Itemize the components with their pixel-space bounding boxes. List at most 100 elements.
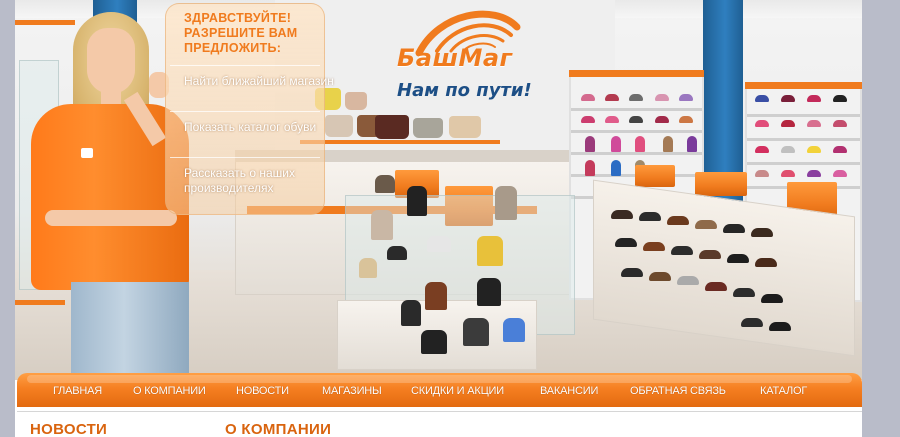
shoe: [581, 116, 595, 123]
main-nav: ГЛАВНАЯ О КОМПАНИИ НОВОСТИ МАГАЗИНЫ СКИД…: [17, 373, 862, 411]
shelf: [747, 138, 860, 141]
mens-shoe: [615, 238, 637, 247]
shoe: [605, 116, 619, 123]
shoe: [833, 95, 847, 102]
mens-shoe: [733, 288, 755, 297]
nav-shine: [27, 375, 852, 383]
promo-divider: [170, 157, 320, 158]
bag-dark: [375, 115, 409, 139]
mens-shoe: [671, 246, 693, 255]
shoe: [655, 94, 669, 101]
promo-divider: [170, 111, 320, 112]
model-jeans: [71, 282, 189, 380]
shoe: [807, 170, 821, 177]
womens-boot: [477, 278, 501, 306]
mens-shoe: [705, 282, 727, 291]
shoe: [781, 120, 795, 127]
bag-beige: [345, 92, 367, 110]
nav-item-about[interactable]: О КОМПАНИИ: [133, 385, 206, 397]
bag-shelf-edge: [300, 140, 500, 144]
brand-slogan: Нам по пути!: [397, 80, 532, 101]
news-section-title: НОВОСТИ: [30, 421, 108, 437]
womens-shoe: [421, 330, 447, 354]
model-badge-icon: [81, 148, 93, 158]
mens-shoe: [727, 254, 749, 263]
display-cube: [695, 172, 747, 196]
womens-shoe: [477, 236, 503, 266]
boot: [663, 136, 673, 152]
nav-item-catalog[interactable]: КАТАЛОГ: [760, 385, 807, 397]
boot: [585, 160, 595, 176]
womens-shoe: [401, 300, 421, 326]
shoe: [755, 146, 769, 153]
left-wall-stripe-bottom: [15, 300, 65, 305]
mens-shoe: [761, 294, 783, 303]
mens-shoe: [695, 220, 717, 229]
boot: [687, 136, 697, 152]
womens-shoe: [387, 246, 407, 260]
shoe: [629, 94, 643, 101]
shelf: [571, 130, 702, 133]
womens-shoe: [503, 318, 525, 342]
shoe: [629, 116, 643, 123]
shoe: [833, 120, 847, 127]
mens-shoe: [667, 216, 689, 225]
page: БашМаг Нам по пути! ЗДРАВСТВУЙТЕ! РАЗРЕШ…: [15, 0, 862, 437]
bag-light: [449, 116, 481, 138]
shoe: [581, 94, 595, 101]
mens-shoe: [755, 258, 777, 267]
brand-name: БашМаг: [397, 44, 513, 72]
shoe: [781, 95, 795, 102]
womens-boot: [371, 210, 393, 240]
mens-shoe: [639, 212, 661, 221]
boot: [611, 136, 621, 152]
boot: [585, 136, 595, 152]
nav-item-feedback[interactable]: ОБРАТНАЯ СВЯЗЬ: [630, 385, 726, 397]
mens-shoe: [751, 228, 773, 237]
shoe: [833, 146, 847, 153]
promo-title: ЗДРАВСТВУЙТЕ! РАЗРЕШИТЕ ВАМ ПРЕДЛОЖИТЬ:: [184, 11, 298, 55]
nav-item-sales[interactable]: СКИДКИ И АКЦИИ: [411, 385, 504, 397]
model-lower-arm: [45, 210, 177, 226]
shoe: [755, 120, 769, 127]
mens-shoe: [741, 318, 763, 327]
boot: [635, 136, 645, 152]
nav-item-home[interactable]: ГЛАВНАЯ: [53, 385, 102, 397]
hero-banner: БашМаг Нам по пути! ЗДРАВСТВУЙТЕ! РАЗРЕШ…: [15, 0, 862, 380]
womens-boot: [495, 186, 517, 220]
womens-boot: [407, 186, 427, 216]
womens-shoe: [359, 258, 377, 278]
promo-link-producers[interactable]: Рассказать о наших производителях: [184, 166, 334, 196]
shoe: [807, 95, 821, 102]
womens-shoe: [427, 236, 451, 252]
shelf: [747, 162, 860, 165]
nav-item-news[interactable]: НОВОСТИ: [236, 385, 289, 397]
nav-item-stores[interactable]: МАГАЗИНЫ: [322, 385, 382, 397]
shoe: [755, 95, 769, 102]
shelf: [571, 152, 702, 155]
womens-shoe: [375, 175, 395, 193]
mens-shoe: [621, 268, 643, 277]
promo-link-find-store[interactable]: Найти ближайший магазин: [184, 74, 334, 89]
display-cube: [635, 165, 675, 187]
shoe: [781, 170, 795, 177]
womens-boot: [425, 282, 447, 310]
shoe: [781, 146, 795, 153]
bag-pattern: [413, 118, 443, 138]
mens-shoe: [643, 242, 665, 251]
shelf-header: [745, 82, 862, 89]
shelf-header: [569, 70, 704, 77]
mens-shoe: [769, 322, 791, 331]
shoe: [655, 116, 669, 123]
left-wall-stripe: [15, 20, 75, 25]
mens-shoe: [699, 250, 721, 259]
shelf: [747, 114, 860, 117]
nav-item-vacancies[interactable]: ВАКАНСИИ: [540, 385, 598, 397]
shoe: [807, 146, 821, 153]
promo-link-catalog[interactable]: Показать каталог обуви: [184, 120, 334, 135]
mens-shoe: [723, 224, 745, 233]
shelf: [571, 108, 702, 111]
shoe: [833, 170, 847, 177]
promo-divider: [170, 65, 320, 66]
shoe: [679, 116, 693, 123]
